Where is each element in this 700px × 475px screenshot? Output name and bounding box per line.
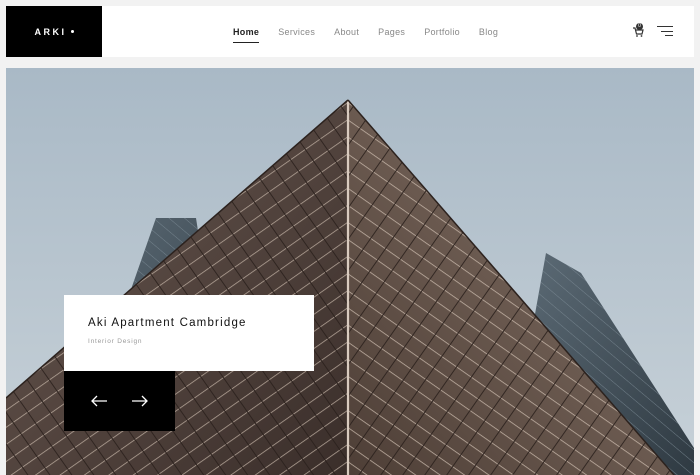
nav-about[interactable]: About — [334, 27, 359, 37]
main-nav: Home Services About Pages Portfolio Blog — [233, 6, 517, 57]
cart-badge: 0 — [636, 23, 643, 30]
logo-dot — [70, 30, 74, 33]
logo[interactable]: ARKI — [6, 6, 102, 57]
logo-text: ARKI — [34, 26, 67, 37]
prev-slide-button[interactable] — [88, 392, 110, 410]
arrow-right-icon — [132, 395, 149, 407]
slider-controls — [64, 371, 175, 431]
project-category: Interior Design — [88, 338, 143, 345]
nav-home[interactable]: Home — [233, 27, 260, 43]
menu-icon[interactable] — [657, 25, 673, 37]
nav-portfolio[interactable]: Portfolio — [424, 27, 460, 37]
nav-blog[interactable]: Blog — [479, 27, 498, 37]
next-slide-button[interactable] — [129, 392, 151, 410]
arrow-left-icon — [90, 395, 107, 407]
nav-services[interactable]: Services — [278, 27, 315, 37]
hero-caption-card[interactable]: Aki Apartment Cambridge Interior Design — [64, 295, 314, 371]
project-title: Aki Apartment Cambridge — [88, 317, 247, 329]
site-header: ARKI Home Services About Pages Portfolio… — [6, 6, 694, 57]
nav-pages[interactable]: Pages — [378, 27, 405, 37]
